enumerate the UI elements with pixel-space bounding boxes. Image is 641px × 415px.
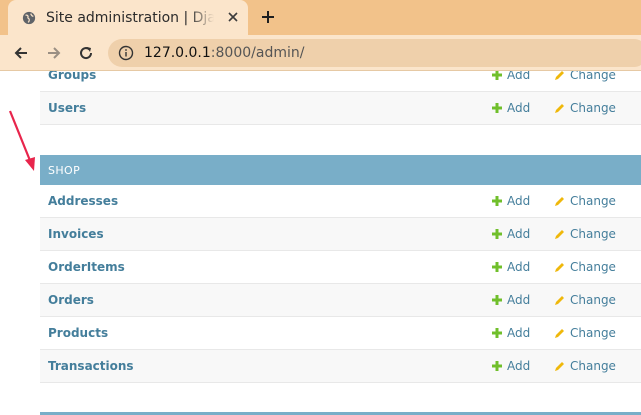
pencil-icon [555, 103, 564, 113]
change-link[interactable]: Change [554, 227, 616, 241]
add-link[interactable]: Add [492, 260, 554, 274]
browser-tab[interactable]: Site administration | Django site admin [8, 0, 248, 35]
add-icon [492, 328, 502, 338]
change-label: Change [570, 71, 616, 82]
pencil-icon [555, 262, 564, 272]
change-label: Change [570, 194, 616, 208]
url-text: 127.0.0.1:8000/admin/ [144, 45, 304, 61]
table-row: Users Add Change [40, 92, 641, 125]
plus-icon[interactable] [260, 9, 276, 25]
add-label: Add [507, 71, 531, 82]
add-icon [492, 103, 502, 113]
table-row: Invoices Add Change [40, 218, 641, 251]
model-link-transactions[interactable]: Transactions [40, 359, 492, 373]
model-link-orders[interactable]: Orders [40, 293, 492, 307]
add-link[interactable]: Add [492, 101, 554, 115]
add-icon [492, 196, 502, 206]
table-row: Transactions Add Change [40, 350, 641, 383]
add-label: Add [507, 293, 531, 307]
add-label: Add [507, 326, 531, 340]
add-icon [492, 262, 502, 272]
change-link[interactable]: Change [554, 194, 616, 208]
change-link[interactable]: Change [554, 101, 616, 115]
add-label: Add [507, 101, 531, 115]
change-label: Change [570, 293, 616, 307]
pencil-icon [555, 196, 564, 206]
table-row: Products Add Change [40, 317, 641, 350]
add-icon [492, 361, 502, 371]
forward-arrow-icon[interactable] [45, 44, 63, 62]
change-link[interactable]: Change [554, 359, 616, 373]
info-icon[interactable] [118, 45, 134, 61]
table-row: Addresses Add Change [40, 185, 641, 218]
admin-page: Groups Add Change Users Add Change SHOP [0, 71, 641, 415]
tab-strip: Site administration | Django site admin [0, 0, 641, 35]
globe-icon [22, 11, 36, 24]
url-path: :8000/admin/ [210, 45, 305, 61]
add-icon [492, 295, 502, 305]
model-link-groups[interactable]: Groups [40, 71, 492, 82]
change-label: Change [570, 359, 616, 373]
browser-toolbar: 127.0.0.1:8000/admin/ [0, 35, 641, 71]
change-label: Change [570, 227, 616, 241]
annotation-arrow-icon [8, 110, 35, 171]
address-bar[interactable]: 127.0.0.1:8000/admin/ [108, 39, 641, 67]
pencil-icon [555, 328, 564, 338]
pencil-icon [555, 361, 564, 371]
add-icon [492, 229, 502, 239]
pencil-icon [555, 229, 564, 239]
add-label: Add [507, 194, 531, 208]
module-caption[interactable]: SHOP [40, 155, 641, 185]
add-link[interactable]: Add [492, 194, 554, 208]
model-link-orderitems[interactable]: OrderItems [40, 260, 492, 274]
pencil-icon [555, 71, 564, 80]
add-label: Add [507, 359, 531, 373]
back-arrow-icon[interactable] [12, 44, 30, 62]
add-link[interactable]: Add [492, 71, 554, 82]
close-icon[interactable] [226, 10, 240, 24]
add-link[interactable]: Add [492, 293, 554, 307]
add-icon [492, 71, 502, 80]
model-link-addresses[interactable]: Addresses [40, 194, 492, 208]
add-link[interactable]: Add [492, 359, 554, 373]
change-link[interactable]: Change [554, 71, 616, 82]
shop-module: SHOP Addresses Add Change Invoices Add C… [40, 155, 641, 383]
change-link[interactable]: Change [554, 293, 616, 307]
add-link[interactable]: Add [492, 227, 554, 241]
change-label: Change [570, 326, 616, 340]
reload-icon[interactable] [77, 44, 95, 62]
tab-title: Site administration | Django site admin [46, 9, 214, 26]
pencil-icon [555, 295, 564, 305]
change-link[interactable]: Change [554, 260, 616, 274]
add-label: Add [507, 260, 531, 274]
model-link-users[interactable]: Users [40, 101, 492, 115]
change-label: Change [570, 260, 616, 274]
model-link-invoices[interactable]: Invoices [40, 227, 492, 241]
table-row: Orders Add Change [40, 284, 641, 317]
url-host: 127.0.0.1 [144, 45, 211, 61]
change-link[interactable]: Change [554, 326, 616, 340]
table-row: OrderItems Add Change [40, 251, 641, 284]
change-label: Change [570, 101, 616, 115]
add-link[interactable]: Add [492, 326, 554, 340]
model-link-products[interactable]: Products [40, 326, 492, 340]
table-row: Groups Add Change [40, 71, 641, 92]
auth-module: Groups Add Change Users Add Change [40, 71, 641, 125]
add-label: Add [507, 227, 531, 241]
